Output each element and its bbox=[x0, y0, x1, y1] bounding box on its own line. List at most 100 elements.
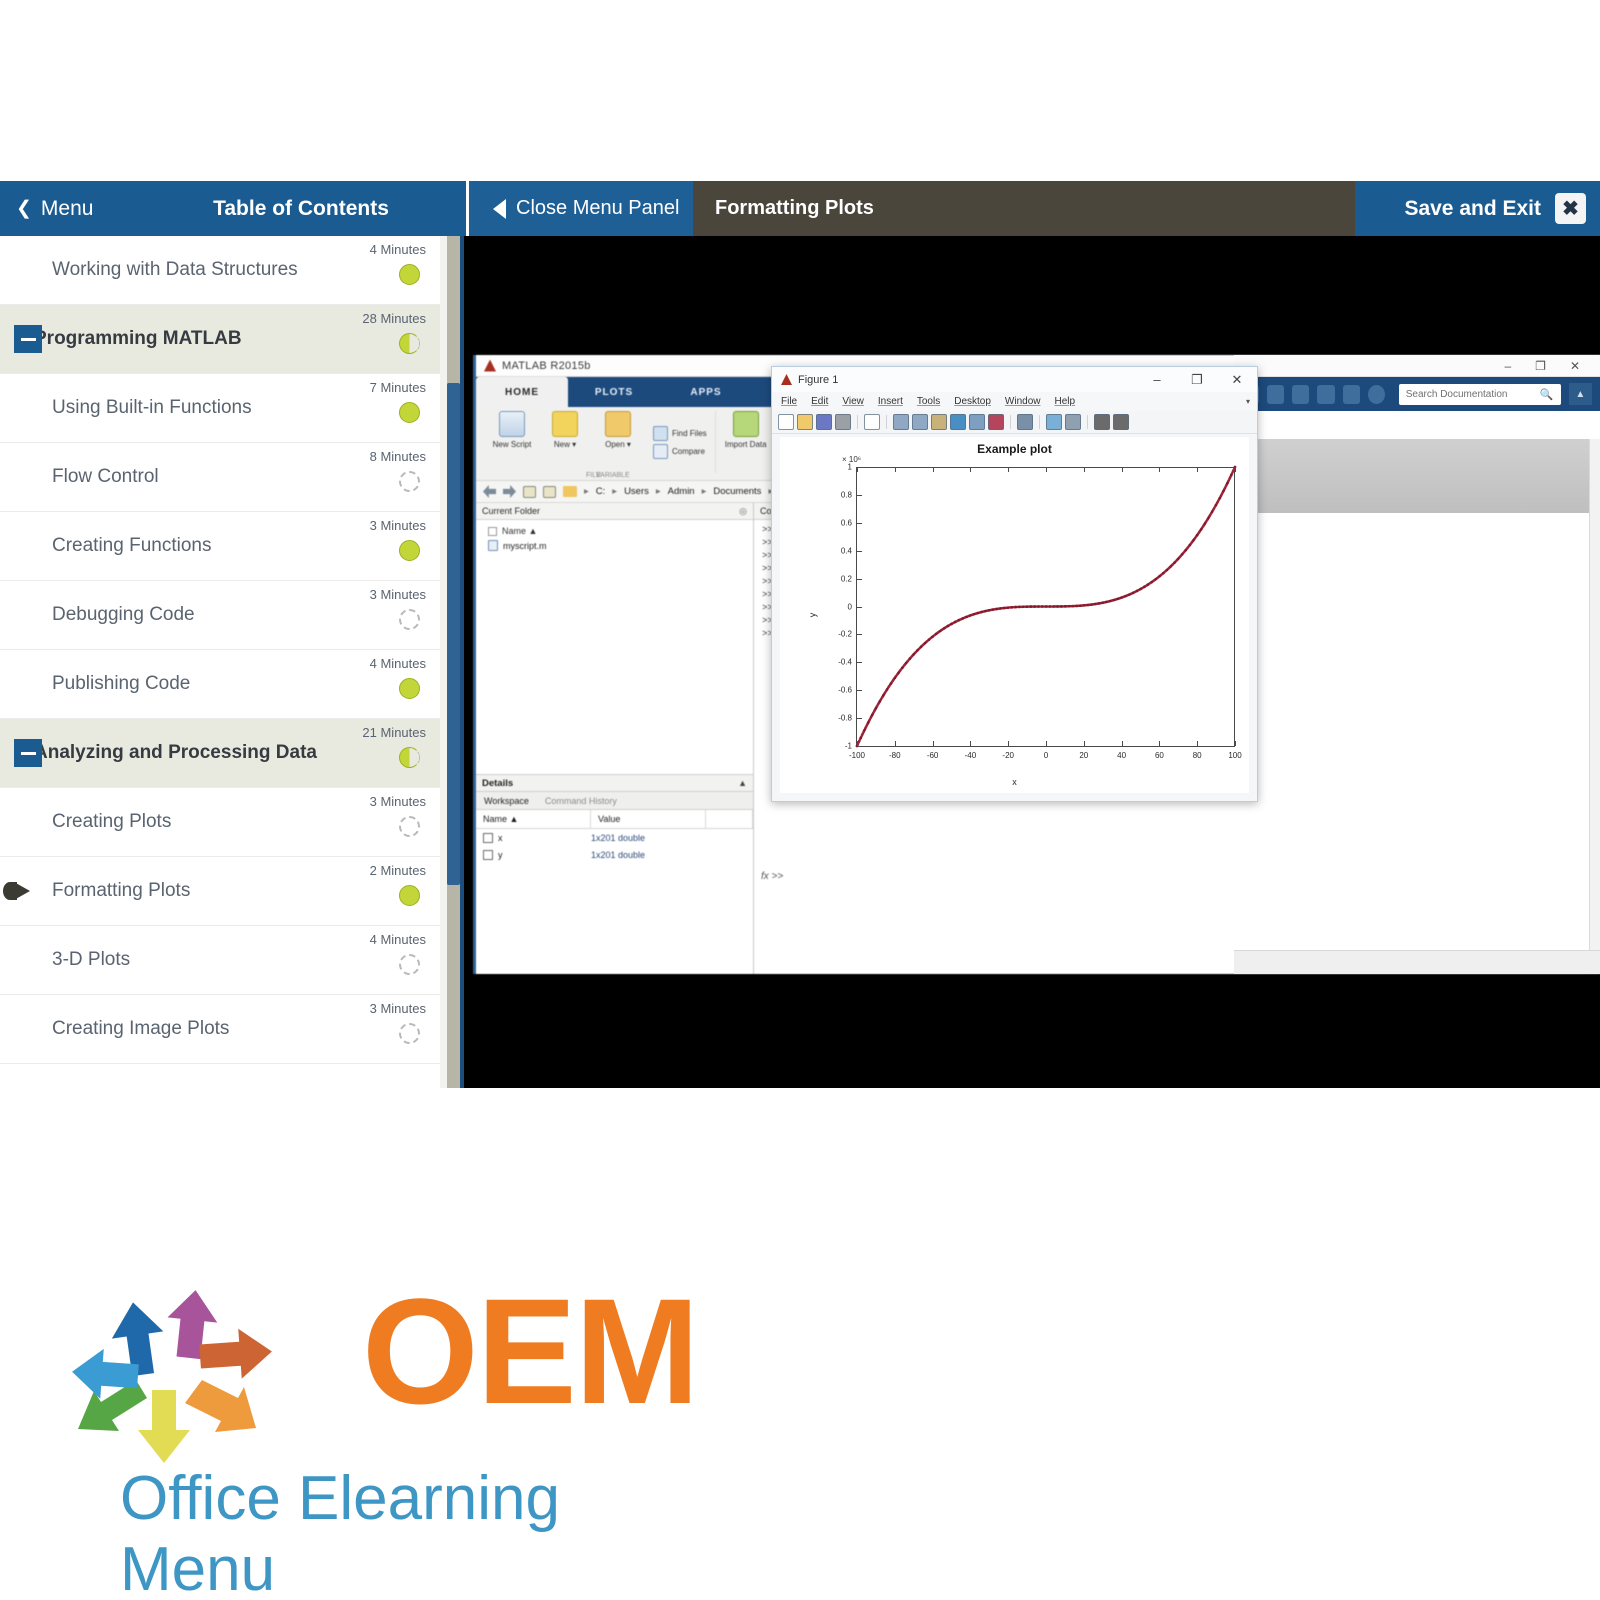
pin-ribbon-icon[interactable]: ▲ bbox=[1568, 383, 1592, 405]
details-panel-header[interactable]: Details ▲ bbox=[476, 774, 753, 792]
find-files-button[interactable]: Find Files bbox=[653, 425, 707, 441]
search-icon[interactable]: 🔍 bbox=[1540, 388, 1554, 401]
figure-menu-edit[interactable]: Edit bbox=[811, 396, 828, 407]
back-arrow-icon[interactable] bbox=[483, 485, 496, 498]
insert-legend-icon[interactable] bbox=[1046, 414, 1062, 430]
print-icon[interactable] bbox=[835, 414, 851, 430]
figure-menu-desktop[interactable]: Desktop bbox=[954, 396, 991, 407]
figure-menu-help[interactable]: Help bbox=[1055, 396, 1076, 407]
breadcrumb-drive[interactable]: C: bbox=[596, 486, 606, 497]
ribbon-tab-plots[interactable]: PLOTS bbox=[568, 377, 660, 407]
up-one-level-icon[interactable] bbox=[523, 485, 536, 498]
zoom-in-icon[interactable] bbox=[893, 414, 909, 430]
hide-plot-tools-icon[interactable] bbox=[1065, 414, 1081, 430]
figure-window[interactable]: Figure 1 – ❐ ✕ File Edit View Insert Tools De… bbox=[771, 366, 1258, 802]
checkbox-icon[interactable] bbox=[488, 526, 497, 536]
figure-menu-file[interactable]: File bbox=[781, 396, 797, 407]
toc-item-creating-image-plots[interactable]: Creating Image Plots 3 Minutes bbox=[0, 995, 440, 1064]
file-list-item[interactable]: myscript.m bbox=[476, 538, 753, 553]
figure-menu-tools[interactable]: Tools bbox=[917, 396, 940, 407]
toc-item-creating-functions[interactable]: Creating Functions 3 Minutes bbox=[0, 512, 440, 581]
open-button[interactable]: Open ▾ bbox=[596, 411, 640, 473]
toc-item-debugging-code[interactable]: Debugging Code 3 Minutes bbox=[0, 581, 440, 650]
sidebar-scrollbar-thumb[interactable] bbox=[447, 383, 460, 885]
file-small-commands[interactable]: Find Files Compare bbox=[649, 411, 707, 473]
save-and-exit-button[interactable]: Save and Exit ✖ bbox=[1355, 181, 1600, 236]
menu-button[interactable]: ❮ Menu bbox=[0, 181, 136, 236]
documentation-toolbar[interactable]: Search Documentation 🔍 ▲ bbox=[1234, 377, 1600, 411]
show-plot-tools-icon[interactable] bbox=[1094, 414, 1110, 430]
dock-icon[interactable] bbox=[1113, 414, 1129, 430]
toolbar-icon[interactable] bbox=[1317, 384, 1335, 404]
clipboard-icon[interactable] bbox=[1267, 384, 1285, 404]
collapse-icon[interactable] bbox=[14, 325, 42, 353]
maximize-icon[interactable]: ❐ bbox=[1535, 359, 1546, 373]
help-icon[interactable] bbox=[1367, 384, 1385, 404]
breadcrumb-documents[interactable]: Documents bbox=[713, 486, 761, 497]
workspace-row[interactable]: y 1x201 double bbox=[476, 846, 753, 863]
lesson-video-area[interactable]: MATLAB R2015b HOME PLOTS APPS New Script N… bbox=[464, 236, 1600, 1088]
pointer-icon[interactable] bbox=[864, 414, 880, 430]
new-script-button[interactable]: New Script bbox=[490, 411, 534, 473]
workspace-row[interactable]: x 1x201 double bbox=[476, 829, 753, 846]
figure-menu-window[interactable]: Window bbox=[1005, 396, 1041, 407]
close-icon[interactable]: ✕ bbox=[1570, 359, 1580, 373]
browse-folder-icon[interactable] bbox=[543, 485, 556, 498]
toc-item-analyzing-and-processing-data[interactable]: Analyzing and Processing Data 21 Minutes bbox=[0, 719, 440, 788]
ribbon-tab-apps[interactable]: APPS bbox=[660, 377, 752, 407]
toc-item-programming-matlab[interactable]: Programming MATLAB 28 Minutes bbox=[0, 305, 440, 374]
search-documentation-input[interactable]: Search Documentation 🔍 bbox=[1398, 383, 1561, 405]
workspace-col-name[interactable]: Name ▲ bbox=[476, 810, 591, 828]
forward-arrow-icon[interactable] bbox=[503, 485, 516, 498]
toc-item-3-d-plots[interactable]: 3-D Plots 4 Minutes bbox=[0, 926, 440, 995]
figure-menu-insert[interactable]: Insert bbox=[878, 396, 903, 407]
workspace-tabs[interactable]: Workspace Command History bbox=[476, 792, 753, 810]
zoom-out-icon[interactable] bbox=[912, 414, 928, 430]
panel-options-icon[interactable]: ◎ bbox=[739, 506, 747, 517]
layout-icon[interactable] bbox=[1342, 384, 1360, 404]
workspace-panel[interactable]: Workspace Command History Name ▲ Value x… bbox=[476, 792, 753, 974]
breadcrumb-users[interactable]: Users bbox=[624, 486, 649, 497]
toc-item-formatting-plots[interactable]: Formatting Plots 2 Minutes bbox=[0, 857, 440, 926]
workspace-col-value[interactable]: Value bbox=[591, 810, 706, 828]
table-of-contents-list[interactable]: Working with Data Structures 4 Minutes Pro… bbox=[0, 236, 440, 1088]
figure-menu-view[interactable]: View bbox=[842, 396, 864, 407]
toc-item-creating-plots[interactable]: Creating Plots 3 Minutes bbox=[0, 788, 440, 857]
figure-title-bar[interactable]: Figure 1 – ❐ ✕ bbox=[772, 367, 1257, 392]
rotate-3d-icon[interactable] bbox=[950, 414, 966, 430]
open-figure-icon[interactable] bbox=[797, 414, 813, 430]
save-figure-icon[interactable] bbox=[816, 414, 832, 430]
documentation-scrollbar[interactable] bbox=[1589, 439, 1600, 950]
import-data-button[interactable]: Import Data bbox=[724, 411, 768, 473]
new-figure-icon[interactable] bbox=[778, 414, 794, 430]
brush-icon[interactable] bbox=[988, 414, 1004, 430]
documentation-title-bar[interactable]: – ❐ ✕ bbox=[1234, 355, 1600, 377]
data-cursor-icon[interactable] bbox=[969, 414, 985, 430]
documentation-content[interactable] bbox=[1234, 513, 1600, 950]
compare-button[interactable]: Compare bbox=[653, 443, 707, 459]
close-icon[interactable]: ✖ bbox=[1555, 193, 1586, 224]
current-folder-list[interactable]: Name ▲ myscript.m bbox=[476, 520, 753, 553]
close-menu-panel-button[interactable]: Close Menu Panel bbox=[469, 181, 693, 236]
insert-colorbar-icon[interactable] bbox=[1017, 414, 1033, 430]
collapse-icon[interactable] bbox=[14, 739, 42, 767]
documentation-window[interactable]: – ❐ ✕ Search Documentation 🔍 ▲ on bbox=[1234, 355, 1600, 974]
chevron-down-icon[interactable]: ▾ bbox=[1246, 397, 1257, 406]
close-icon[interactable]: ✕ bbox=[1217, 372, 1257, 388]
ribbon-tab-home[interactable]: HOME bbox=[476, 377, 568, 407]
figure-toolbar[interactable] bbox=[772, 411, 1257, 434]
toc-item-flow-control[interactable]: Flow Control 8 Minutes bbox=[0, 443, 440, 512]
pan-icon[interactable] bbox=[931, 414, 947, 430]
figure-plot-canvas[interactable]: Example plot × 10⁶ y x -1 -0.8 -0.6 -0.4 -0.… bbox=[780, 437, 1249, 793]
breadcrumb-admin[interactable]: Admin bbox=[668, 486, 695, 497]
minimize-icon[interactable]: – bbox=[1504, 359, 1511, 373]
tab-workspace[interactable]: Workspace bbox=[476, 792, 537, 809]
current-folder-panel[interactable]: Current Folder ◎ Name ▲ myscript.m Detai… bbox=[476, 503, 754, 974]
tab-command-history[interactable]: Command History bbox=[537, 792, 625, 809]
toc-item-working-with-data-structures[interactable]: Working with Data Structures 4 Minutes bbox=[0, 236, 440, 305]
toc-item-publishing-code[interactable]: Publishing Code 4 Minutes bbox=[0, 650, 440, 719]
figure-menu-bar[interactable]: File Edit View Insert Tools Desktop Window Help… bbox=[772, 392, 1257, 411]
minimize-icon[interactable]: – bbox=[1137, 372, 1177, 387]
toolbar-icon[interactable] bbox=[1292, 384, 1310, 404]
new-button[interactable]: New ▾ bbox=[543, 411, 587, 473]
